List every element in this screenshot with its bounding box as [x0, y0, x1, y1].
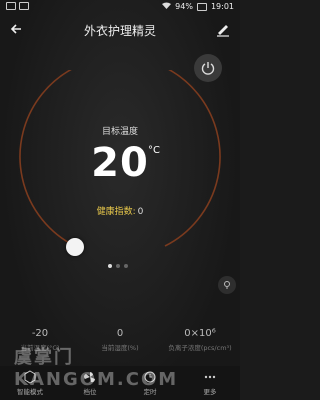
nav-fan-speed[interactable]: 档位 — [60, 366, 120, 400]
stat-value: 0×10⁶ — [184, 328, 216, 339]
nav-label: 定时 — [143, 388, 157, 396]
bulb-icon — [224, 281, 230, 289]
nav-smart-mode[interactable]: 智能模式 — [0, 366, 60, 400]
smart-mode-icon — [24, 370, 36, 384]
status-right: 94% 19:01 — [162, 2, 234, 11]
nav-label: 智能模式 — [17, 388, 43, 396]
pencil-icon — [217, 25, 229, 37]
message-icon — [19, 2, 29, 10]
stat-anion: 0×10⁶ 负离子浓度(pcs/cm³) — [160, 328, 240, 352]
target-temperature-value: 20 — [91, 140, 149, 186]
bottom-nav: 智能模式 档位 定时 更多 — [0, 366, 240, 400]
stat-temperature: -20 当前温度(°C) — [0, 328, 80, 352]
stat-label: 负离子浓度(pcs/cm³) — [168, 344, 232, 352]
stat-label: 当前湿度(%) — [101, 344, 139, 352]
page-dot — [108, 264, 112, 268]
stat-value: -20 — [31, 328, 49, 339]
nav-label: 更多 — [203, 388, 217, 396]
battery-icon — [196, 2, 207, 11]
more-icon — [204, 375, 216, 379]
light-button[interactable] — [218, 276, 236, 294]
page-dot — [116, 264, 120, 268]
status-left — [6, 2, 29, 10]
nav-more[interactable]: 更多 — [180, 366, 240, 400]
notification-icon — [6, 2, 16, 10]
stat-value: 0 — [116, 328, 124, 339]
screen: 94% 19:01 外衣护理精灵 目标温度 20 °C 健康指数: 0 -20 … — [0, 0, 240, 400]
health-index-value: 0 — [137, 207, 144, 217]
page-indicator — [108, 264, 128, 268]
page-dot — [124, 264, 128, 268]
nav-label: 档位 — [83, 388, 97, 396]
stats-row: -20 当前温度(°C) 0 当前湿度(%) 0×10⁶ 负离子浓度(pcs/c… — [0, 328, 240, 352]
temperature-unit: °C — [148, 145, 160, 156]
top-bar: 外衣护理精灵 — [0, 16, 240, 44]
clock: 19:01 — [210, 2, 234, 11]
edit-button[interactable] — [214, 20, 232, 38]
health-index-label: 健康指数: — [96, 207, 136, 217]
page-title: 外衣护理精灵 — [83, 24, 156, 38]
nav-timer[interactable]: 定时 — [120, 366, 180, 400]
health-index: 健康指数: 0 — [0, 204, 240, 217]
timer-icon — [144, 371, 156, 383]
fan-icon — [84, 372, 96, 383]
battery-text: 94% — [175, 2, 193, 11]
dial-knob[interactable] — [66, 238, 84, 256]
stat-label: 当前温度(°C) — [20, 344, 60, 352]
target-temperature-label: 目标温度 — [101, 127, 138, 137]
status-bar: 94% 19:01 — [0, 0, 240, 14]
wifi-icon — [162, 2, 172, 11]
stat-humidity: 0 当前湿度(%) — [80, 328, 160, 352]
